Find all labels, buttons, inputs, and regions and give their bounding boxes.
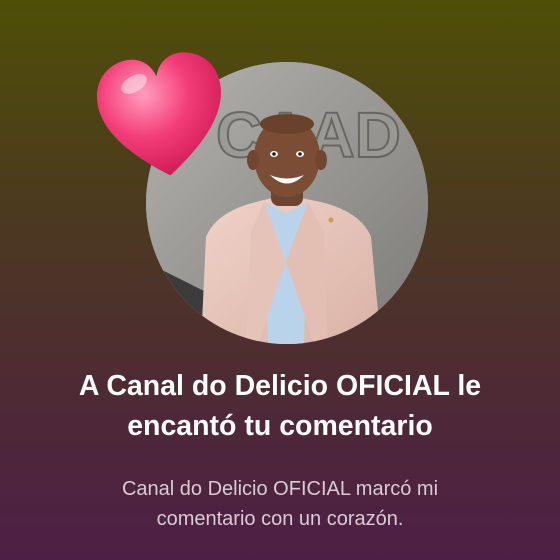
notification-card: CAAD	[0, 0, 560, 560]
headline-line-2: encantó tu comentario	[127, 410, 433, 442]
notification-headline: A Canal do Delicio OFICIAL le encantó tu…	[20, 366, 540, 446]
subtext-line-1: Canal do Delicio OFICIAL marcó mi	[121, 478, 439, 500]
notification-subtext: Canal do Delicio OFICIAL marcó mi coment…	[40, 474, 520, 534]
headline-line-1: A Canal do Delicio OFICIAL le	[78, 370, 482, 402]
subtext-line-2: comentario con un corazón.	[156, 508, 404, 530]
heart-icon	[96, 52, 221, 176]
